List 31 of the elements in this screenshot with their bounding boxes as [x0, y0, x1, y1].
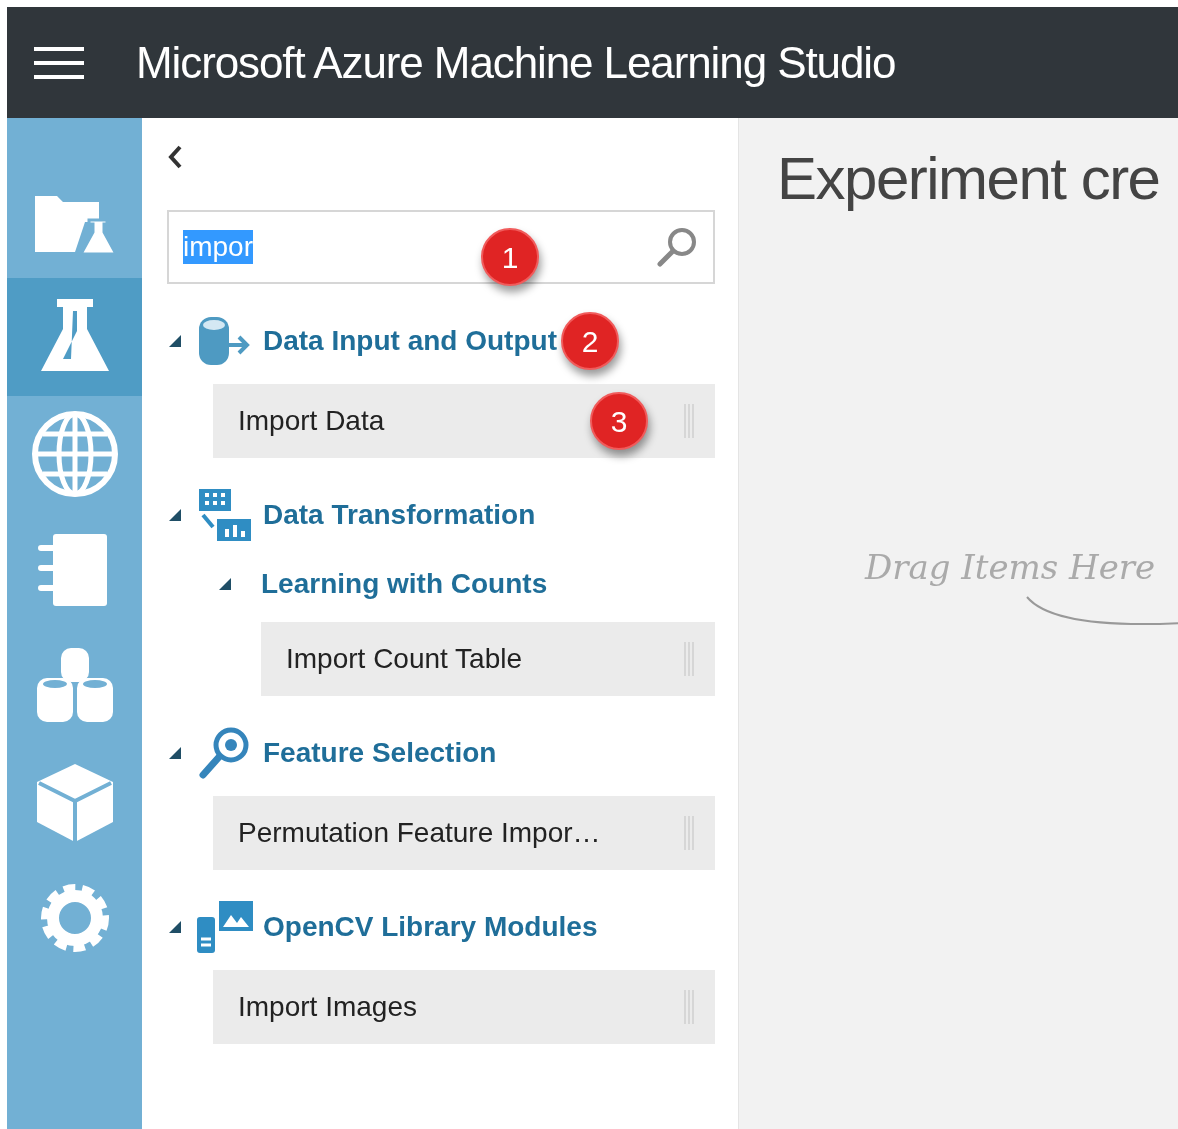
device-picture-icon	[195, 899, 255, 955]
group-title[interactable]: Learning with Counts	[261, 563, 548, 605]
module-item[interactable]: Import Images	[213, 970, 715, 1044]
callout-number: 1	[481, 228, 539, 286]
module-item[interactable]: Permutation Feature Impor…	[213, 796, 715, 870]
back-chevron-icon[interactable]	[167, 144, 183, 170]
module-label: Import Images	[238, 990, 417, 1024]
callout-number: 3	[590, 392, 648, 450]
module-label: Import Count Table	[286, 642, 523, 676]
collapse-triangle-icon[interactable]	[167, 507, 183, 523]
search-field[interactable]: impor 1	[167, 210, 715, 284]
search-icon[interactable]	[655, 225, 699, 269]
category-title[interactable]: Data Input and Output	[263, 320, 557, 362]
module-item[interactable]: Import Data 3	[213, 384, 715, 458]
collapse-triangle-icon[interactable]	[167, 333, 183, 349]
nav-item[interactable]	[7, 278, 142, 396]
collapse-triangle-icon[interactable]	[217, 576, 233, 592]
drag-hint: Drag Items Here	[865, 546, 1157, 589]
search-text: impor	[183, 230, 253, 264]
module-label: Permutation Feature Impor…	[238, 816, 601, 850]
app-title: Microsoft Azure Machine Learning Studio	[136, 36, 896, 89]
collapse-triangle-icon[interactable]	[167, 745, 183, 761]
category-title[interactable]: Data Transformation	[263, 494, 536, 536]
callout-number: 2	[560, 312, 619, 370]
collapse-triangle-icon[interactable]	[167, 919, 183, 935]
category-title[interactable]: Feature Selection	[263, 732, 497, 774]
module-item[interactable]: Import Count Table	[261, 622, 715, 696]
menu-icon[interactable]	[32, 45, 86, 80]
module-label: Import Data	[238, 404, 385, 438]
canvas-title: Experiment cre	[777, 144, 1161, 214]
category-title[interactable]: OpenCV Library Modules	[263, 906, 598, 948]
